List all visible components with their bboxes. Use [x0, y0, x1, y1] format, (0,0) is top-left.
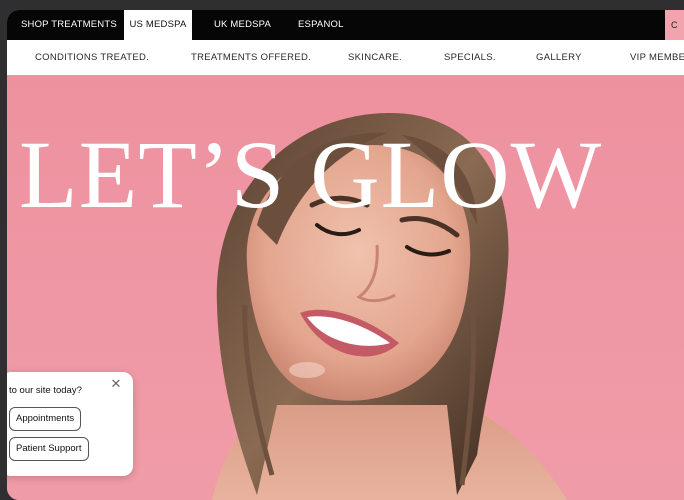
hero-headline: LET’S GLOW	[19, 121, 603, 228]
tab-us-medspa[interactable]: US MEDSPA	[124, 10, 192, 40]
nav-skincare[interactable]: SKINCARE.	[348, 40, 402, 75]
nav-conditions-treated[interactable]: CONDITIONS TREATED.	[35, 40, 149, 75]
tab-uk-medspa[interactable]: UK MEDSPA	[214, 10, 271, 40]
main-navigation: CONDITIONS TREATED. TREATMENTS OFFERED. …	[7, 40, 684, 76]
appointments-button[interactable]: Appointments	[9, 407, 82, 431]
patient-support-button[interactable]: Patient Support	[9, 437, 89, 461]
tab-espanol[interactable]: ESPANOL	[298, 10, 344, 40]
nav-vip-membership[interactable]: VIP MEMBE	[630, 40, 684, 75]
top-region-bar: SHOP TREATMENTS US MEDSPA UK MEDSPA ESPA…	[7, 10, 684, 47]
chat-widget: to our site today? ✕ Appointments Patien…	[7, 372, 133, 476]
close-icon[interactable]: ✕	[109, 377, 123, 391]
nav-gallery[interactable]: GALLERY	[536, 40, 582, 75]
nav-specials[interactable]: SPECIALS.	[444, 40, 496, 75]
tab-shop-treatments[interactable]: SHOP TREATMENTS	[21, 10, 117, 40]
browser-viewport: SHOP TREATMENTS US MEDSPA UK MEDSPA ESPA…	[7, 10, 684, 500]
chat-question: to our site today?	[9, 385, 82, 396]
nav-treatments-offered[interactable]: TREATMENTS OFFERED.	[191, 40, 311, 75]
